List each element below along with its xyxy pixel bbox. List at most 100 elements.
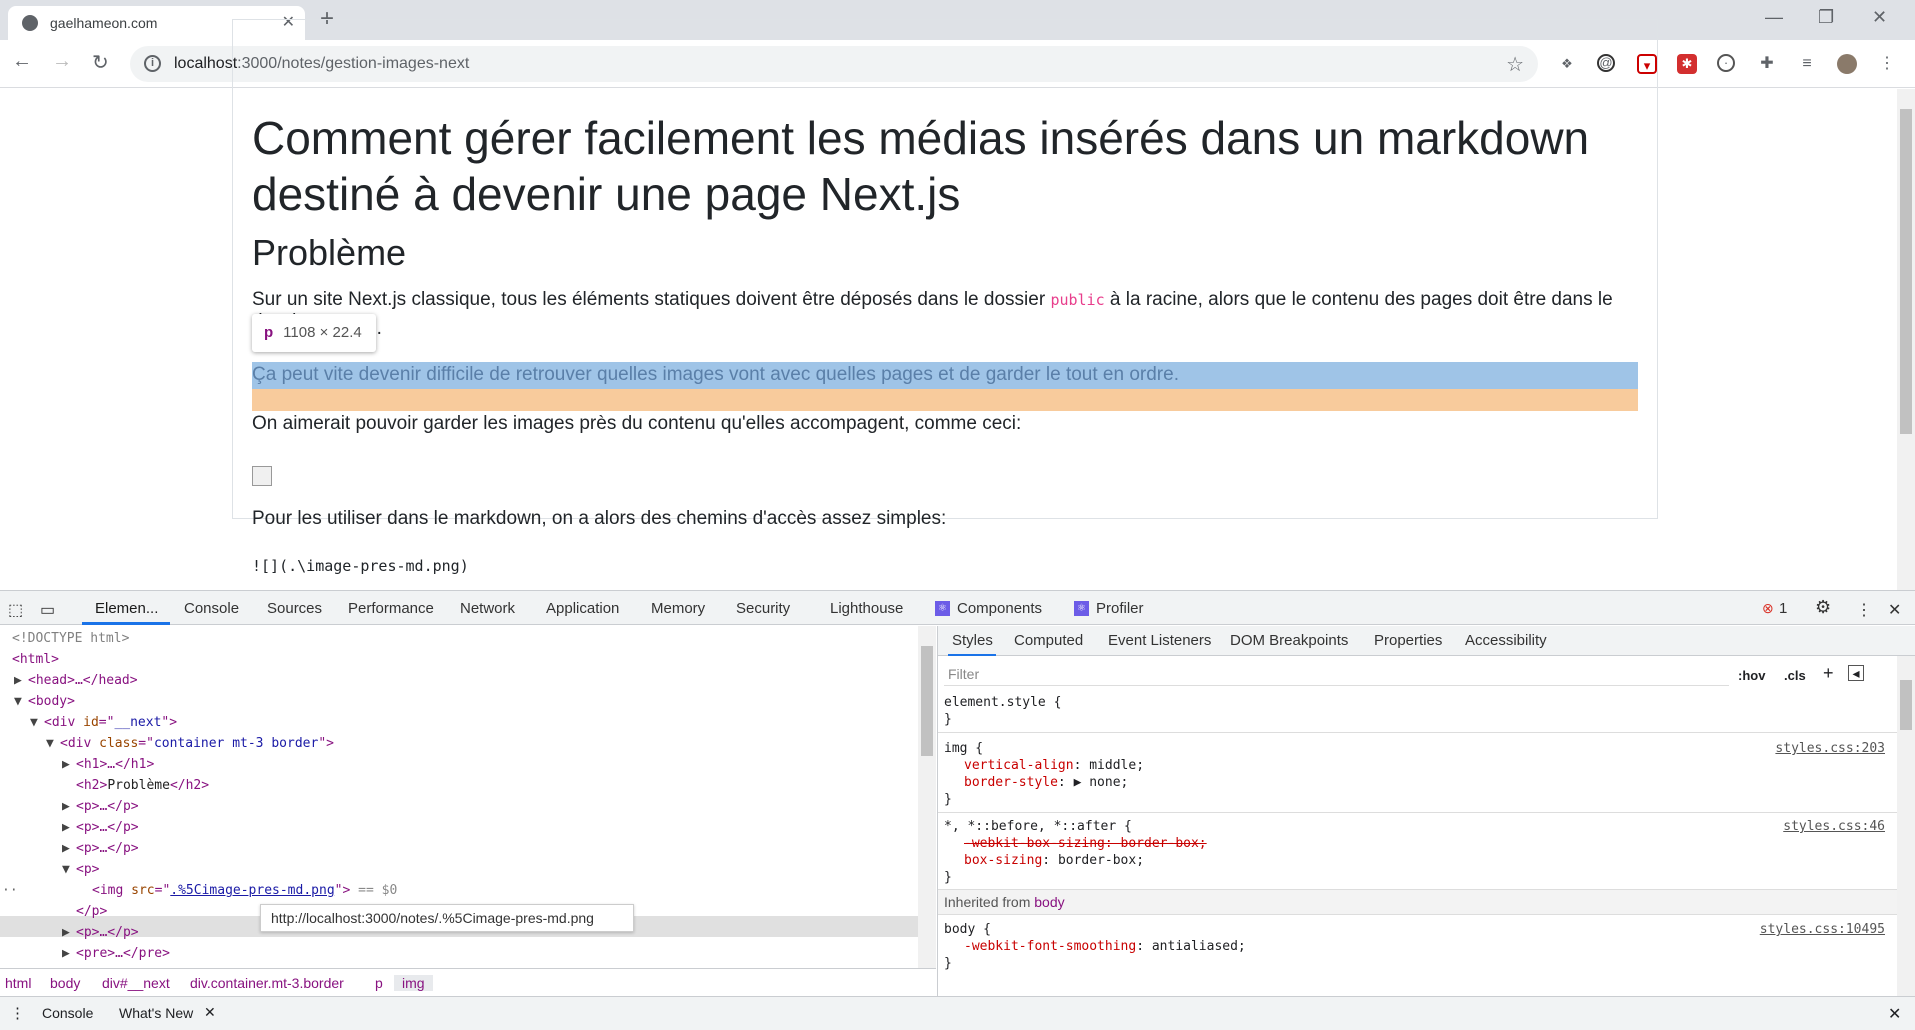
dom-scrollbar-thumb[interactable] (921, 646, 933, 756)
breadcrumb-div-container[interactable]: div.container.mt-3.border (190, 975, 344, 991)
tab-lighthouse[interactable]: Lighthouse (830, 600, 903, 617)
close-window-icon[interactable]: ✕ (1872, 7, 1887, 28)
breadcrumb-body[interactable]: body (50, 975, 80, 991)
drawer-tab-whats-new[interactable]: What's New (119, 1005, 193, 1021)
dom-head[interactable]: <head>…</head> (28, 673, 138, 688)
dom-img-selected[interactable]: <img src=".%5Cimage-pres-md.png"> == $0 (92, 883, 397, 898)
breadcrumb-html[interactable]: html (5, 975, 31, 991)
breadcrumb-p[interactable]: p (375, 975, 383, 991)
overridden-webkit-box-sizing[interactable]: -webkit-box-sizing: border-box; (964, 836, 1207, 851)
extension-red-icon[interactable]: ✱ (1677, 54, 1697, 74)
img-rule-source-link[interactable]: styles.css:203 (1775, 741, 1885, 756)
tab-event-listeners[interactable]: Event Listeners (1108, 632, 1211, 649)
device-toggle-icon[interactable]: ▭ (40, 600, 55, 620)
tab-network[interactable]: Network (460, 600, 515, 617)
expand-arrow-icon[interactable]: ▶ (62, 841, 70, 856)
avatar[interactable] (1837, 54, 1857, 74)
menu-kebab-icon[interactable]: ⋮ (1877, 54, 1897, 74)
inherited-body-link[interactable]: body (1034, 894, 1064, 910)
dom-h2[interactable]: <h2>Problème</h2> (76, 778, 209, 793)
reload-icon[interactable]: ↻ (92, 50, 109, 75)
expand-arrow-icon[interactable]: ▶ (62, 757, 70, 772)
new-rule-icon[interactable]: + (1823, 663, 1834, 684)
close-devtools-icon[interactable]: ✕ (1888, 600, 1901, 620)
dom-pre[interactable]: <pre>…</pre> (76, 946, 170, 961)
forward-icon[interactable]: → (52, 50, 72, 73)
dom-scrollbar[interactable] (918, 626, 936, 968)
tab-components[interactable]: Components (957, 600, 1042, 617)
puzzle-icon[interactable]: ✚ (1757, 54, 1777, 74)
tab-styles[interactable]: Styles (952, 632, 993, 649)
prop-box-sizing[interactable]: box-sizing: border-box; (964, 853, 1144, 868)
tab-sources[interactable]: Sources (267, 600, 322, 617)
styles-filter-input[interactable]: Filter (944, 660, 1729, 686)
tab-security[interactable]: Security (736, 600, 790, 617)
dom-p-open[interactable]: <p> (76, 862, 99, 877)
tab-profiler[interactable]: Profiler (1096, 600, 1144, 617)
tab-application[interactable]: Application (546, 600, 619, 617)
hov-toggle[interactable]: :hov (1738, 668, 1765, 683)
error-icon[interactable]: ⊗ (1762, 600, 1774, 617)
tab-memory[interactable]: Memory (651, 600, 705, 617)
expand-arrow-icon[interactable]: ▶ (62, 946, 70, 961)
error-count[interactable]: 1 (1779, 600, 1787, 617)
dom-div-next[interactable]: <div id="__next"> (44, 715, 177, 730)
body-rule-source-link[interactable]: styles.css:10495 (1760, 922, 1885, 937)
dom-html[interactable]: <html> (12, 652, 59, 667)
drawer-tab-console[interactable]: Console (42, 1005, 93, 1021)
dom-p4[interactable]: <p>…</p> (76, 925, 139, 940)
dom-p-close[interactable]: </p> (76, 904, 107, 919)
drawer-menu-icon[interactable]: ⋮ (10, 1004, 25, 1022)
dom-h1[interactable]: <h1>…</h1> (76, 757, 154, 772)
img-prop-vertical-align[interactable]: vertical-align: middle; (964, 758, 1144, 773)
dom-body[interactable]: <body> (28, 694, 75, 709)
img-prop-border-style[interactable]: border-style: ▶ none; (964, 775, 1128, 790)
dom-doctype[interactable]: <!DOCTYPE html> (12, 631, 129, 646)
styles-scrollbar-thumb[interactable] (1900, 680, 1912, 730)
dom-ellipsis-icon[interactable]: ·· (2, 883, 18, 898)
img-rule-selector[interactable]: img { (944, 741, 983, 756)
expand-arrow-icon[interactable]: ▶ (62, 799, 70, 814)
inspect-element-icon[interactable]: ⬚ (8, 600, 23, 620)
close-drawer-tab-icon[interactable]: ✕ (204, 1004, 216, 1021)
cls-toggle[interactable]: .cls (1784, 668, 1806, 683)
body-rule-selector[interactable]: body { (944, 922, 991, 937)
settings-gear-icon[interactable]: ⚙ (1815, 597, 1831, 618)
close-drawer-icon[interactable]: ✕ (1888, 1004, 1901, 1024)
collapse-arrow-icon[interactable]: ▼ (46, 736, 54, 751)
universal-rule-source-link[interactable]: styles.css:46 (1783, 819, 1885, 834)
tab-computed[interactable]: Computed (1014, 632, 1083, 649)
tab-performance[interactable]: Performance (348, 600, 434, 617)
breadcrumb-img[interactable]: img (394, 975, 433, 991)
back-icon[interactable]: ← (12, 50, 32, 73)
body-prop-font-smoothing[interactable]: -webkit-font-smoothing: antialiased; (964, 939, 1246, 954)
collapse-arrow-icon[interactable]: ▼ (62, 862, 70, 877)
devtools-menu-icon[interactable]: ⋮ (1856, 600, 1872, 620)
tab-elements[interactable]: Elemen... (95, 600, 158, 617)
dom-p2[interactable]: <p>…</p> (76, 820, 139, 835)
toggle-sidebar-icon[interactable]: ◂ (1848, 665, 1864, 681)
minimize-icon[interactable]: — (1765, 7, 1783, 28)
tab-accessibility[interactable]: Accessibility (1465, 632, 1547, 649)
extension-circle-icon[interactable]: · (1717, 54, 1735, 72)
tab-dom-breakpoints[interactable]: DOM Breakpoints (1230, 632, 1348, 649)
restore-icon[interactable]: ❐ (1818, 7, 1834, 28)
info-icon[interactable]: i (144, 55, 161, 72)
reading-list-icon[interactable]: ≡ (1797, 54, 1817, 74)
dom-div-container[interactable]: <div class="container mt-3 border"> (60, 736, 334, 751)
element-style-rule[interactable]: element.style { (944, 695, 1061, 710)
tab-properties[interactable]: Properties (1374, 632, 1442, 649)
expand-arrow-icon[interactable]: ▶ (14, 673, 22, 688)
universal-rule-selector[interactable]: *, *::before, *::after { (944, 819, 1132, 834)
page-scrollbar[interactable] (1897, 89, 1915, 590)
tab-console[interactable]: Console (184, 600, 239, 617)
expand-arrow-icon[interactable]: ▶ (62, 820, 70, 835)
dom-p3[interactable]: <p>…</p> (76, 841, 139, 856)
collapse-arrow-icon[interactable]: ▼ (30, 715, 38, 730)
dom-p1[interactable]: <p>…</p> (76, 799, 139, 814)
breadcrumb-div-next[interactable]: div#__next (102, 975, 170, 991)
page-scrollbar-thumb[interactable] (1900, 109, 1912, 434)
collapse-arrow-icon[interactable]: ▼ (14, 694, 22, 709)
styles-scrollbar[interactable] (1897, 656, 1915, 996)
expand-arrow-icon[interactable]: ▶ (62, 925, 70, 940)
